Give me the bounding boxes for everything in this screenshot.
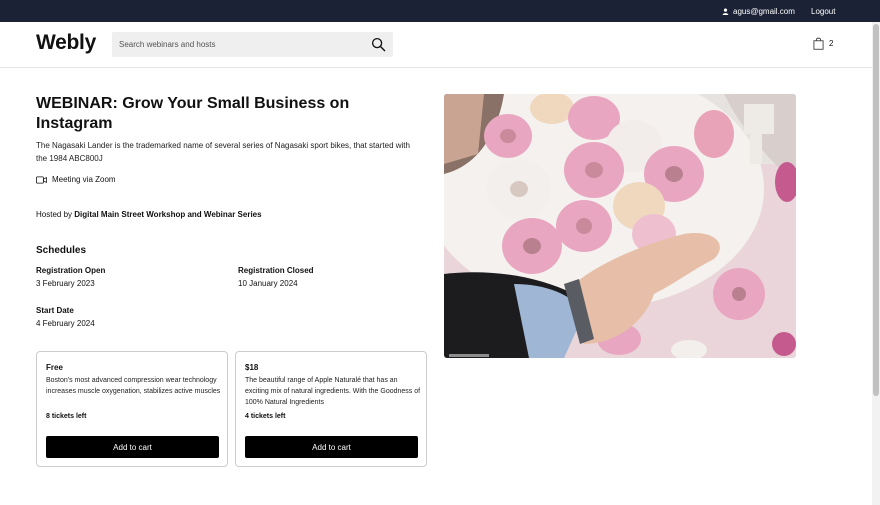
tickets-remaining: 8 tickets left <box>46 413 87 420</box>
ticket-price: $18 <box>245 363 259 372</box>
top-bar: agus@gmail.com Logout <box>0 0 880 22</box>
search-icon[interactable] <box>371 37 386 52</box>
add-to-cart-button[interactable]: Add to cart <box>46 436 219 458</box>
tickets-remaining: 4 tickets left <box>245 413 286 420</box>
scrollbar-thumb[interactable] <box>873 24 879 396</box>
add-to-cart-button[interactable]: Add to cart <box>245 436 418 458</box>
ticket-price: Free <box>46 363 63 372</box>
event-hero-image <box>444 94 796 358</box>
hosted-prefix: Hosted by <box>36 210 73 219</box>
logout-link[interactable]: Logout <box>811 7 835 16</box>
ticket-description: Boston's most advanced compression wear … <box>46 377 221 395</box>
event-description: The Nagasaki Lander is the trademarked n… <box>36 141 410 163</box>
shopping-bag-icon <box>813 37 824 50</box>
ticket-card-paid: $18 The beautiful range of Apple Natural… <box>235 351 427 467</box>
event-title: WEBINAR: Grow Your Small Business on Ins… <box>36 95 350 132</box>
ticket-card-free: Free Boston's most advanced compression … <box>36 351 228 467</box>
site-logo[interactable]: Webly <box>36 31 96 55</box>
start-date-value: 4 February 2024 <box>36 319 95 328</box>
meeting-info: Meeting via Zoom <box>36 175 116 184</box>
cart-count: 2 <box>829 39 834 48</box>
page-scrollbar[interactable] <box>872 22 880 505</box>
registration-closed-label: Registration Closed <box>238 266 314 275</box>
site-header: Webly 2 <box>0 22 872 68</box>
registration-closed-date: 10 January 2024 <box>238 279 298 288</box>
schedules-heading: Schedules <box>36 245 87 256</box>
video-camera-icon <box>36 175 47 184</box>
start-date: Start Date 4 February 2024 <box>36 304 95 330</box>
registration-open: Registration Open 3 February 2023 <box>36 264 105 290</box>
search-bar <box>112 32 393 57</box>
meeting-label: Meeting via Zoom <box>52 175 116 184</box>
donuts-photo <box>444 94 796 358</box>
search-input[interactable] <box>112 32 362 57</box>
user-icon <box>722 8 729 15</box>
registration-open-label: Registration Open <box>36 266 106 275</box>
hosted-by: Hosted by Digital Main Street Workshop a… <box>36 210 262 219</box>
registration-open-date: 3 February 2023 <box>36 279 95 288</box>
user-email: agus@gmail.com <box>733 7 795 16</box>
cart-button[interactable]: 2 <box>813 37 833 50</box>
user-account[interactable]: agus@gmail.com <box>722 7 795 16</box>
start-date-label: Start Date <box>36 306 74 315</box>
host-name[interactable]: Digital Main Street Workshop and Webinar… <box>74 210 261 219</box>
registration-closed: Registration Closed 10 January 2024 <box>238 264 314 290</box>
ticket-description: The beautiful range of Apple Naturalé th… <box>245 377 421 406</box>
